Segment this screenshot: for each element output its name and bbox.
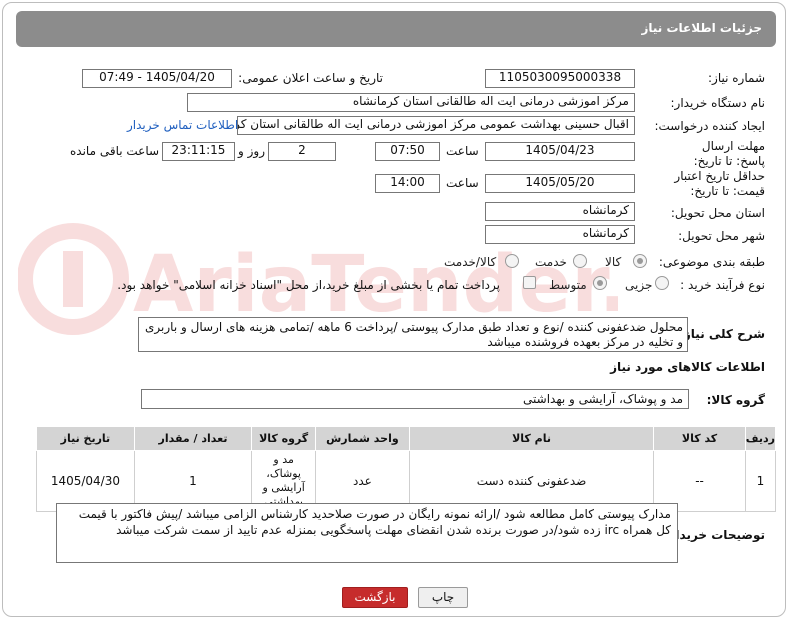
remaining-label: ساعت باقی مانده — [70, 144, 160, 158]
announce-field: 1405/04/20 - 07:49 — [82, 69, 232, 88]
process-partial-label: جزیی — [625, 278, 653, 292]
process-label: نوع فرآیند خرید : — [680, 278, 765, 292]
contact-buyer-link[interactable]: اطلاعات تماس خریدار — [127, 118, 238, 132]
validity-date-field: 1405/05/20 — [485, 174, 635, 193]
validity-time-label: ساعت — [446, 176, 479, 190]
city-field: کرمانشاه — [485, 225, 635, 244]
deadline-date-field: 1405/04/23 — [485, 142, 635, 161]
description-label: شرح کلی نیاز: — [679, 327, 765, 341]
process-medium-label: متوسط — [549, 278, 587, 292]
category-service-radio[interactable] — [573, 254, 587, 268]
print-button[interactable]: چاپ — [418, 587, 468, 608]
province-label: استان محل تحویل: — [670, 206, 765, 220]
days-label: روز و — [238, 144, 265, 158]
city-label: شهر محل تحویل: — [678, 229, 765, 243]
header-quantity: تعداد / مقدار — [133, 426, 253, 451]
buyer-org-label: نام دستگاه خریدار: — [670, 96, 766, 110]
header-row-number: ردیف — [744, 426, 777, 451]
creator-label: ایجاد کننده درخواست: — [654, 119, 765, 133]
deadline-time-label: ساعت — [446, 144, 479, 158]
page-title: جزئیات اطلاعات نیاز — [641, 21, 762, 35]
header-bar: جزئیات اطلاعات نیاز — [16, 11, 776, 47]
header-unit: واحد شمارش — [315, 426, 410, 451]
goods-group-field: مد و پوشاک، آرایشی و بهداشتی — [141, 389, 689, 409]
description-text: محلول ضدعفونی کننده /نوع و تعداد طبق مدا… — [138, 317, 688, 352]
buyer-notes-text: مدارک پیوستی کامل مطالعه شود /ارائه نمون… — [56, 503, 678, 563]
items-table: ردیف کد کالا نام کالا واحد شمارش گروه کا… — [36, 426, 777, 512]
category-service-label: خدمت — [535, 255, 567, 269]
back-button[interactable]: بازگشت — [342, 587, 408, 608]
creator-field: اقبال حسینی بهداشت عمومی مرکز اموزشی درم… — [237, 116, 635, 135]
buyer-notes-label: توضیحات خریدار: — [663, 528, 765, 542]
category-both-radio[interactable] — [505, 254, 519, 268]
province-field: کرمانشاه — [485, 202, 635, 221]
header-need-date: تاریخ نیاز — [36, 426, 135, 451]
remaining-time-field: 23:11:15 — [162, 142, 235, 161]
category-goods-label: کالا — [605, 255, 622, 269]
table-header-row: ردیف کد کالا نام کالا واحد شمارش گروه کا… — [36, 426, 777, 451]
category-label: طبقه بندی موضوعی: — [658, 255, 765, 269]
need-number-label: شماره نیاز: — [708, 71, 765, 85]
deadline-time-field: 07:50 — [375, 142, 440, 161]
cell-row-number: 1 — [744, 450, 777, 512]
goods-info-title: اطلاعات کالاهای مورد نیاز — [610, 360, 765, 374]
buyer-org-field: مرکز اموزشی درمانی ایت اله طالقانی استان… — [187, 93, 635, 112]
header-goods-code: کد کالا — [653, 426, 746, 451]
validity-time-field: 14:00 — [375, 174, 440, 193]
process-medium-radio[interactable] — [593, 276, 607, 290]
page-frame: جزئیات اطلاعات نیاز AriaTender.net شماره… — [2, 2, 786, 617]
category-goods-radio[interactable] — [633, 254, 647, 268]
announce-label: تاریخ و ساعت اعلان عمومی: — [238, 71, 383, 85]
goods-group-label: گروه کالا: — [706, 393, 765, 407]
need-number-field: 1105030095000338 — [485, 69, 635, 88]
deadline-label: مهلت ارسال پاسخ: تا تاریخ: — [693, 139, 765, 168]
category-both-label: کالا/خدمت — [444, 255, 497, 269]
payment-note: پرداخت تمام یا بخشی از مبلغ خرید،از محل … — [117, 278, 500, 292]
header-goods-name: نام کالا — [408, 426, 655, 451]
process-partial-radio[interactable] — [655, 276, 669, 290]
days-remaining-field: 2 — [268, 142, 336, 161]
validity-label: حداقل تاریخ اعتبار قیمت: تا تاریخ: — [674, 169, 765, 198]
header-goods-group: گروه کالا — [251, 426, 317, 451]
treasury-payment-checkbox[interactable] — [523, 276, 536, 289]
